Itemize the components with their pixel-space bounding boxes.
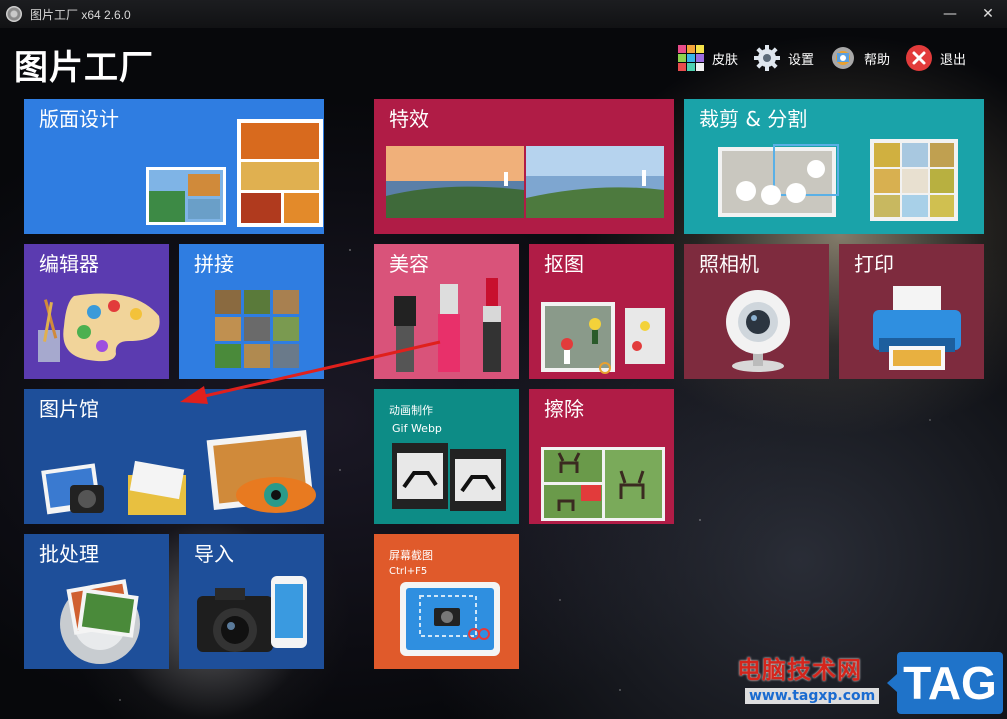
webcam-icon [726,290,790,372]
tile-gif-sublabel: Gif Webp [392,422,442,435]
camera-phone-icon [197,576,307,652]
tile-editor-label: 编辑器 [39,252,99,276]
tile-stitch-label: 拼接 [194,252,234,276]
tile-import-label: 导入 [194,542,234,566]
crop-puppies-icon [718,139,958,221]
tile-effects-label: 特效 [389,107,429,131]
tile-camera-label: 照相机 [699,252,759,276]
skin-button[interactable]: 皮肤 [676,42,738,74]
tile-cutout-label: 抠图 [544,252,584,276]
settings-button[interactable]: 设置 [752,42,814,74]
app-title: 图片工厂 [14,48,154,88]
window-title: 图片工厂 x64 2.6.0 [30,7,131,22]
film-strip-icon [392,443,506,511]
collage-icon [146,119,323,227]
close-button[interactable]: ✕ [969,0,1007,28]
top-nav: 皮肤 设置 帮助 退出 [676,42,966,74]
gallery-photos-icon [41,429,316,515]
tile-crop-split-label: 裁剪 & 分割 [699,107,808,131]
annotation-arrow [180,340,441,404]
tile-print[interactable]: 打印 [839,244,984,379]
tile-import[interactable]: 导入 [179,534,324,669]
app-window: 图片工厂 x64 2.6.0 — ✕ 图片工厂 皮肤 设置 帮助 退出 版面设计… [0,0,1007,719]
settings-label: 设置 [788,52,815,68]
close-circle-icon [904,43,934,73]
title-bar: 图片工厂 x64 2.6.0 — ✕ [0,0,1007,28]
tile-effects[interactable]: 特效 [374,99,674,234]
tile-layout-design-label: 版面设计 [39,107,119,131]
tile-beauty-label: 美容 [389,252,429,276]
skin-label: 皮肤 [712,52,739,68]
tile-erase-label: 擦除 [544,397,584,421]
tile-layout-design[interactable]: 版面设计 [24,99,324,234]
tile-batch-label: 批处理 [39,542,99,566]
tile-editor[interactable]: 编辑器 [24,244,169,379]
printer-icon [873,286,961,370]
cutout-players-icon [541,302,665,374]
gear-icon [752,43,782,73]
tile-screenshot-label: 屏幕截图 [389,549,433,562]
exit-label: 退出 [940,52,967,68]
paint-palette-icon [38,293,160,362]
tile-erase[interactable]: 擦除 [529,389,674,524]
watermark-tag: TAG [887,652,1003,714]
app-icon [6,6,22,22]
tile-crop-split[interactable]: 裁剪 & 分割 [684,99,984,234]
screen-capture-icon [400,582,500,656]
watermark-text: 电脑技术网 [737,656,862,684]
tile-camera[interactable]: 照相机 [684,244,829,379]
erase-deer-icon [541,447,665,521]
tile-screenshot-sublabel: Ctrl+F5 [389,566,428,577]
help-label: 帮助 [864,52,891,68]
watermark-url: www.tagxp.com [745,688,880,704]
minimize-button[interactable]: — [931,0,969,28]
tile-cutout[interactable]: 抠图 [529,244,674,379]
tile-batch[interactable]: 批处理 [24,534,169,669]
help-gear-icon [828,43,858,73]
palette-grid-icon [676,43,706,73]
help-button[interactable]: 帮助 [828,42,890,74]
tile-print-label: 打印 [854,252,894,276]
exit-button[interactable]: 退出 [904,42,966,74]
landscape-effect-icon [386,146,664,218]
batch-gear-photos-icon [60,579,140,664]
tile-screenshot[interactable]: 屏幕截图 Ctrl+F5 [374,534,519,669]
tile-gallery-label: 图片馆 [39,397,99,421]
